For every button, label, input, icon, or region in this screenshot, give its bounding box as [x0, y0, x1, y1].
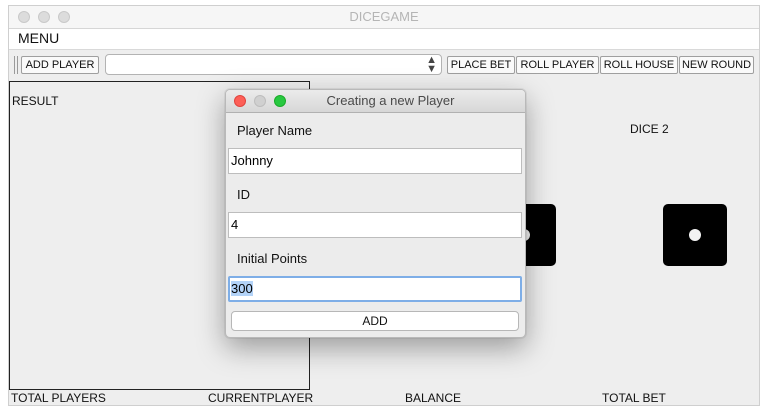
balance-label: BALANCE	[405, 391, 462, 405]
total-bet-label: TOTAL BET	[602, 391, 666, 405]
chevron-up-down-icon: ▲ ▼	[426, 54, 437, 75]
roll-player-button[interactable]: ROLL PLAYER	[516, 56, 599, 74]
initial-points-value: 300	[231, 281, 253, 296]
dice-2-face	[663, 204, 727, 266]
dice-pip	[689, 229, 701, 241]
player-select[interactable]: ▲ ▼	[105, 54, 442, 75]
id-field[interactable]: 4	[228, 212, 522, 238]
result-label: RESULT	[12, 94, 59, 108]
new-round-button[interactable]: NEW ROUND	[679, 56, 754, 74]
roll-house-button[interactable]: ROLL HOUSE	[600, 56, 678, 74]
place-bet-button[interactable]: PLACE BET	[447, 56, 515, 74]
toolbar-grip[interactable]	[14, 56, 15, 74]
add-player-button[interactable]: ADD PLAYER	[21, 56, 99, 74]
menu-item-menu[interactable]: MENU	[18, 30, 59, 46]
window-title: DICEGAME	[349, 9, 419, 24]
player-name-label: Player Name	[237, 123, 313, 138]
initial-points-label: Initial Points	[237, 251, 308, 266]
dialog-title: Creating a new Player	[326, 93, 455, 108]
total-players-label: TOTAL PLAYERS	[11, 391, 106, 405]
main-titlebar[interactable]: DICEGAME	[9, 6, 759, 29]
add-button[interactable]: ADD	[231, 311, 519, 331]
player-name-field[interactable]: Johnny	[228, 148, 522, 174]
menu-bar: MENU	[9, 29, 759, 50]
current-player-label: CURRENTPLAYER	[208, 391, 314, 405]
dialog-titlebar[interactable]: Creating a new Player	[226, 90, 525, 113]
initial-points-field[interactable]: 300	[228, 276, 522, 302]
toolbar-grip[interactable]	[17, 56, 18, 74]
id-label: ID	[237, 187, 250, 202]
new-player-dialog: Creating a new Player Player Name Johnny…	[225, 89, 526, 338]
dice-2-label: DICE 2	[630, 122, 669, 136]
